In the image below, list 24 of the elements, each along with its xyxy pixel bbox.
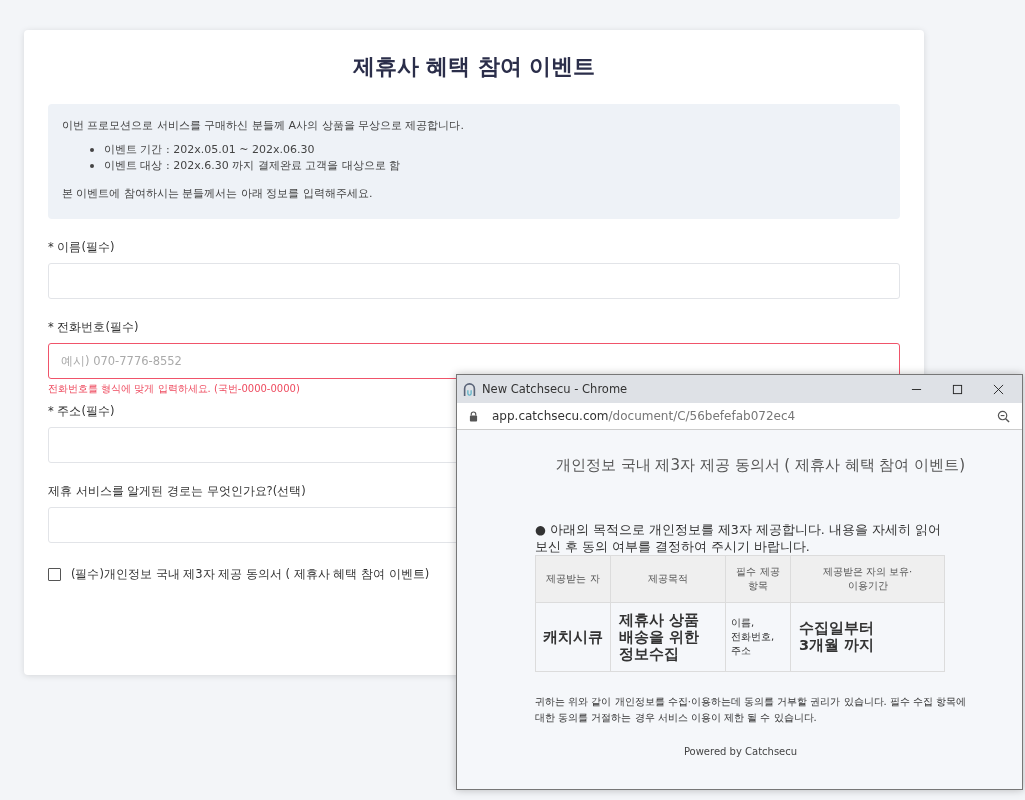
event-detail: 이벤트 대상 : 202x.6.30 까지 결제완료 고객을 대상으로 함 xyxy=(104,158,401,174)
table-header: 제공받은 자의 보유· 이용기간 xyxy=(790,555,945,603)
notice-text: 귀하는 위와 같이 개인정보를 수집·이용하는데 동의를 거부할 권리가 있습니다. 필수 수집 항목에 대한 동의를 거절하는 경우 서비스 이용이 제한 될 수 있습니다. xyxy=(535,695,968,725)
intro-note: 본 이벤트에 참여하시는 분들께서는 아래 정보를 입력해주세요. xyxy=(62,186,374,201)
form-title: 제휴사 혜택 참여 이벤트 xyxy=(351,53,597,81)
consent-label: (필수)개인정보 국내 제3자 제공 동의서 ( 제휴사 혜택 참여 이벤트) xyxy=(71,567,430,582)
field-label: * 전화번호(필수) xyxy=(48,320,139,334)
table-cell: 이름, 전화번호, 주소 xyxy=(725,602,791,672)
footer-text: Powered by Catchsecu xyxy=(682,746,799,757)
event-detail: 이벤트 기간 : 202x.05.01 ~ 202x.06.30 xyxy=(104,142,315,158)
table-header: 제공목적 xyxy=(610,555,726,603)
field-label: * 이름(필수) xyxy=(48,240,115,254)
field-label: 제휴 서비스를 알게된 경로는 무엇인가요?(선택) xyxy=(48,484,306,498)
table-cell: 제휴사 상품 배송을 위한 정보수집 xyxy=(610,602,726,672)
window-title: New Catchsecu - Chrome xyxy=(482,382,629,396)
error-message: 전화번호를 형식에 맞게 입력하세요. (국번-0000-0000) xyxy=(48,383,300,394)
table-header: 제공받는 자 xyxy=(535,555,611,603)
document-intro: ● 아래의 목적으로 개인정보를 제3자 제공합니다. 내용을 자세히 읽어 보신 후 동의 여부를 결정하여 주시기 바랍니다. xyxy=(535,521,942,555)
table-cell: 수집일부터 3개월 까지 xyxy=(790,602,945,672)
field-label: * 주소(필수) xyxy=(48,404,115,418)
document-title: 개인정보 국내 제3자 제공 동의서 ( 제휴사 혜택 참여 이벤트) xyxy=(554,456,967,475)
intro-text: 이번 프로모션으로 서비스를 구매하신 분들께 A사의 상품을 무상으로 제공합니다. xyxy=(62,118,465,133)
table-header: 필수 제공 항목 xyxy=(725,555,791,603)
table-cell: 캐치시큐 xyxy=(535,602,611,672)
